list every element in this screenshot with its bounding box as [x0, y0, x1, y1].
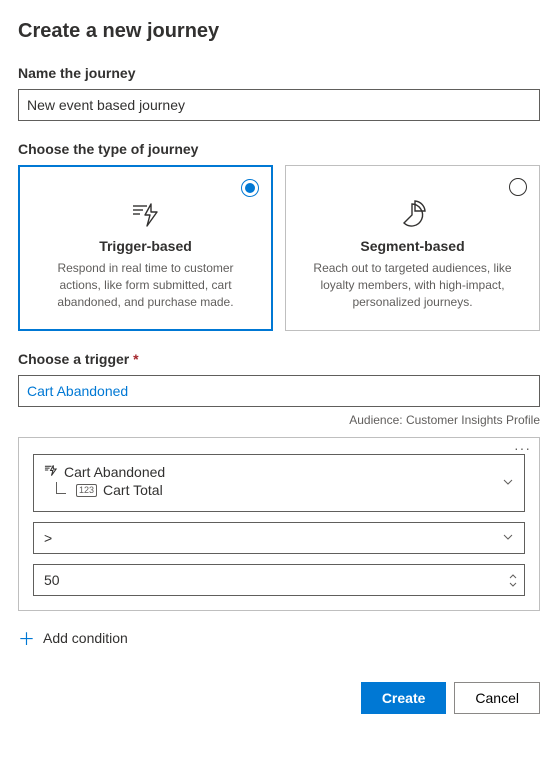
create-button[interactable]: Create	[361, 682, 447, 714]
type-label: Choose the type of journey	[18, 141, 540, 157]
card-title: Trigger-based	[39, 238, 252, 254]
cancel-button[interactable]: Cancel	[454, 682, 540, 714]
stepper-down-icon[interactable]	[508, 580, 518, 589]
plus-icon: ＋	[18, 625, 35, 650]
lightning-small-icon	[44, 463, 58, 480]
required-indicator: *	[133, 351, 138, 367]
card-desc: Reach out to targeted audiences, like lo…	[306, 260, 519, 310]
card-desc: Respond in real time to customer actions…	[39, 260, 252, 310]
condition-event-text: Cart Abandoned	[64, 464, 165, 480]
radio-icon	[241, 179, 259, 197]
lightning-icon	[39, 200, 252, 228]
chevron-down-icon	[502, 530, 514, 546]
condition-attribute-select[interactable]: Cart Abandoned 123 Cart Total	[33, 454, 525, 512]
condition-attribute-text: Cart Total	[103, 482, 163, 498]
chevron-down-icon	[502, 475, 514, 491]
trigger-label: Choose a trigger *	[18, 351, 540, 367]
name-label: Name the journey	[18, 65, 540, 81]
number-type-icon: 123	[76, 484, 97, 497]
page-title: Create a new journey	[18, 20, 540, 43]
journey-type-card-trigger[interactable]: Trigger-based Respond in real time to cu…	[18, 165, 273, 331]
trigger-input[interactable]: Cart Abandoned	[18, 375, 540, 407]
operator-text: >	[44, 530, 52, 546]
journey-name-input[interactable]	[18, 89, 540, 121]
audience-text: Audience: Customer Insights Profile	[18, 413, 540, 427]
tree-elbow-icon	[56, 482, 66, 494]
condition-block: ··· Cart Abandoned 123 Cart Total	[18, 437, 540, 611]
stepper-up-icon[interactable]	[508, 571, 518, 580]
condition-operator-select[interactable]: >	[33, 522, 525, 554]
value-text: 50	[44, 572, 60, 588]
pie-chart-icon	[306, 200, 519, 228]
radio-icon	[509, 178, 527, 196]
add-condition-button[interactable]: ＋ Add condition	[18, 625, 540, 650]
condition-value-input[interactable]: 50	[33, 564, 525, 596]
card-title: Segment-based	[306, 238, 519, 254]
journey-type-card-segment[interactable]: Segment-based Reach out to targeted audi…	[285, 165, 540, 331]
